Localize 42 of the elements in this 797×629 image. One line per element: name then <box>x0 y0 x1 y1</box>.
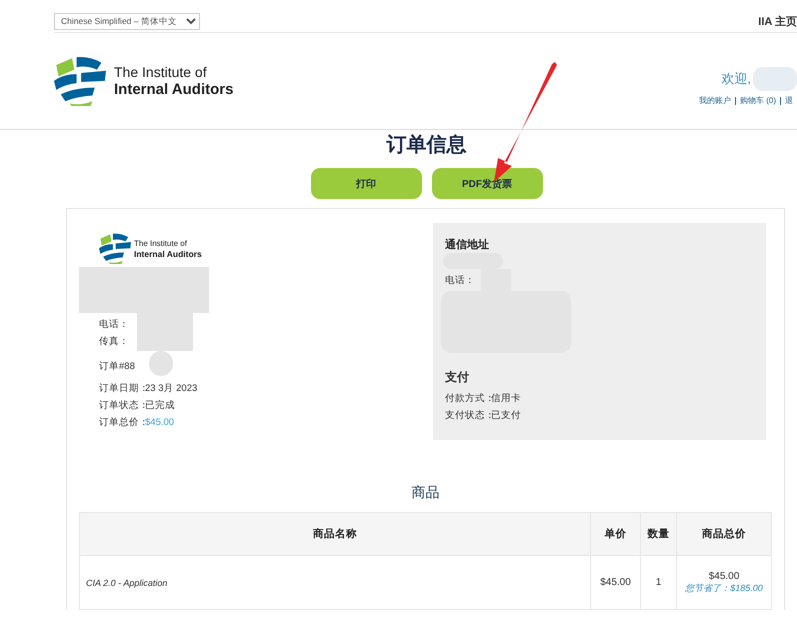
account-link[interactable]: 我的账户 <box>699 97 735 105</box>
field-value: 已完成 <box>145 399 175 412</box>
table-cell: 1 <box>640 556 676 610</box>
section-heading: 通信地址 <box>445 238 490 252</box>
action-button[interactable]: 打印 <box>310 168 422 199</box>
savings-text: 您节省了：$185.00 <box>684 582 764 594</box>
price-value: $45.00 <box>145 417 174 428</box>
field-label: 订单状态： <box>99 399 145 412</box>
table-cell: CIA 2.0 - Application <box>80 556 590 610</box>
logo-text: Internal Auditors <box>114 81 234 98</box>
account-link[interactable]: 退 <box>780 97 797 105</box>
column-header: 单价 <box>590 512 640 556</box>
field-label: 电话： <box>99 318 129 332</box>
order-number: 订单#88 <box>99 360 135 374</box>
logo-text: The Institute of <box>134 238 188 249</box>
blurred-area <box>753 67 797 91</box>
column-header: 商品名称 <box>80 512 590 556</box>
logo-text: The Institute of <box>114 64 208 81</box>
table-cell: $45.00 <box>590 556 640 610</box>
logo-icon <box>54 56 106 106</box>
column-header: 数量 <box>640 512 676 556</box>
field-label: 付款方式： <box>445 392 491 405</box>
field-label: 传真： <box>99 335 129 348</box>
logo-icon <box>99 233 131 264</box>
field-value: 信用卡 <box>491 392 521 405</box>
account-link[interactable]: 购物车 (0) <box>735 97 780 105</box>
home-link[interactable]: IIA 主页 <box>758 14 797 28</box>
section-heading: 商品 <box>412 484 440 500</box>
logo-text: Internal Auditors <box>134 248 202 259</box>
field-label: 订单总价： <box>99 416 145 430</box>
total-price: $45.00 <box>708 570 740 582</box>
field-label: 电话： <box>445 274 475 287</box>
field-label: 订单日期： <box>99 382 145 396</box>
field-value: 已支付 <box>491 409 521 422</box>
page-title: 订单信息 <box>385 133 468 158</box>
field-value: 23 3月 2023 <box>145 382 198 396</box>
column-header: 商品总价 <box>676 512 772 556</box>
language-select[interactable]: Chinese Simplified – 简体中文 <box>54 12 200 30</box>
welcome-text: 欢迎, <box>721 70 751 88</box>
section-heading: 支付 <box>445 369 470 386</box>
field-label: 支付状态： <box>445 409 491 422</box>
action-button[interactable]: PDF发货票 <box>432 168 542 199</box>
